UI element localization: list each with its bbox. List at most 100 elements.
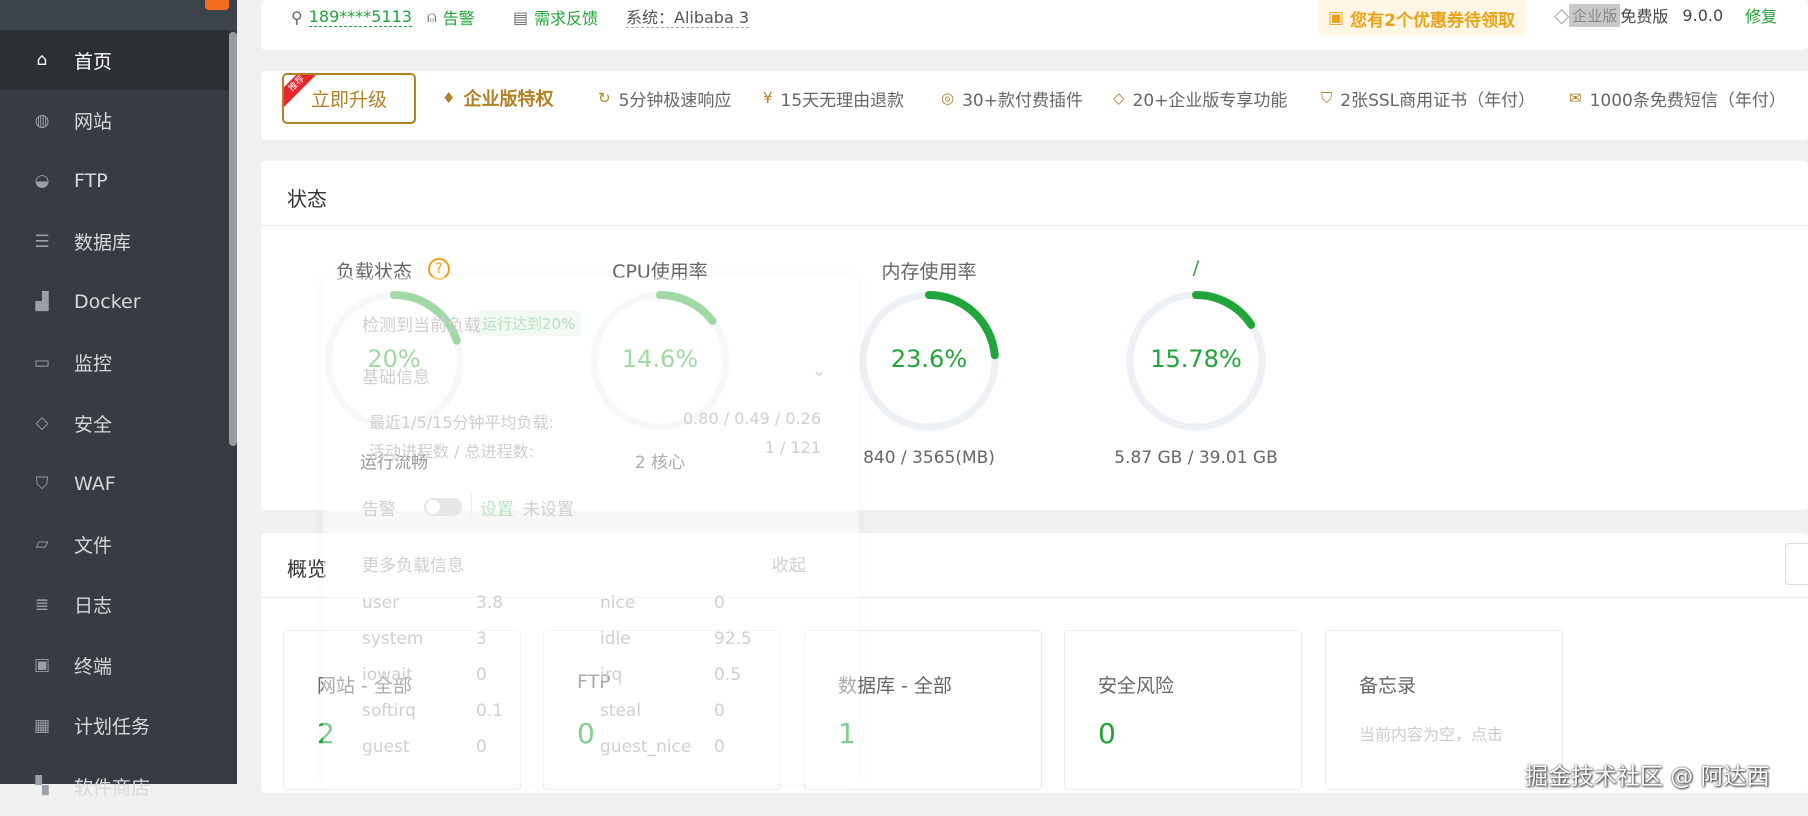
cpu-stat-value: 0.1 [476, 701, 504, 721]
cpu-stat-value: 0 [714, 593, 725, 613]
feature-icon: ◎ [941, 89, 955, 107]
feature-icon: ◇ [1113, 89, 1125, 107]
sidebar-item-11[interactable]: ▦ 计划任务 [0, 696, 230, 756]
feature-label: 5分钟极速响应 [618, 90, 732, 111]
memo-empty-text[interactable]: 当前内容为空，点击 [1359, 721, 1503, 745]
monitor-icon: ▭ [33, 352, 51, 373]
sidebar-item-label: 首页 [74, 50, 113, 73]
overview-card[interactable]: 安全风险 0 [1064, 630, 1302, 790]
cpu-stat-value: 3.8 [476, 593, 504, 613]
gauge-title: / [1192, 257, 1200, 279]
sidebar-item-0[interactable]: ⌂ 首页 [0, 30, 230, 90]
alert-settings-link[interactable]: 设置 [480, 495, 514, 520]
feature-item: ◎ 30+款付费插件 [941, 84, 1083, 112]
shield-icon: ◇ [35, 413, 49, 433]
overview-settings-button[interactable] [1785, 543, 1808, 585]
sidebar-item-12[interactable]: ▚ 软件商店 [0, 756, 230, 816]
sidebar-item-9[interactable]: ≣ 日志 [0, 575, 230, 635]
load-status-tag: 运行达到20% [476, 311, 582, 336]
cpu-stat-name: user [362, 593, 400, 613]
update-badge[interactable] [205, 0, 229, 10]
divider [261, 225, 1808, 226]
feature-icon: ↻ [598, 89, 611, 107]
overview-title: 概览 [287, 557, 327, 581]
upgrade-now-button[interactable]: 推荐 立即升级 [282, 73, 416, 124]
sidebar-item-2[interactable]: ◒ FTP [0, 151, 230, 211]
calendar-icon: ▦ [33, 715, 51, 736]
sidebar-item-label: 日志 [74, 595, 113, 617]
sidebar-item-6[interactable]: ◇ 安全 [0, 393, 230, 453]
cpu-stat-name: irq [600, 665, 623, 685]
cpu-stat-name: guest [362, 737, 410, 757]
sidebar-item-7[interactable]: ⛉ WAF [0, 454, 230, 514]
sidebar-item-label: 终端 [74, 655, 113, 678]
feature-icon: ¥ [763, 89, 773, 107]
top-header: ⚲ 189****5113 ⍝ 告警 ▤ 需求反馈 系统：Alibaba 3 ▣… [261, 0, 1808, 50]
feature-label: 15天无理由退款 [780, 90, 905, 111]
basic-info-header[interactable]: 基础信息 [362, 363, 430, 388]
sidebar-item-1[interactable]: ◍ 网站 [0, 91, 230, 151]
coupon-banner[interactable]: ▣ 您有2个优惠券待领取 [1318, 0, 1525, 36]
divider [471, 493, 472, 517]
cpu-stat-value: 0.5 [714, 665, 742, 685]
enterprise-tag[interactable]: 企业版 [1569, 3, 1621, 27]
collapse-button[interactable]: 收起 [772, 551, 806, 576]
feature-icon: ✉ [1569, 89, 1582, 107]
user-link[interactable]: ⚲ 189****5113 [291, 4, 412, 30]
cpu-stat-value: 3 [476, 629, 487, 649]
cpu-stat-name: guest_nice [600, 737, 692, 757]
cpu-stat-value: 0 [476, 737, 487, 757]
sidebar-item-label: 网站 [74, 111, 113, 133]
alert-link[interactable]: ⍝ 告警 [427, 4, 475, 30]
feature-item: ↻ 5分钟极速响应 [598, 84, 731, 112]
cpu-stat-name: softirq [362, 701, 416, 721]
cpu-stat-name: steal [600, 701, 642, 721]
gauge-subtext: 5.87 GB / 39.01 GB [1114, 448, 1278, 468]
repair-link[interactable]: 修复 [1745, 3, 1777, 27]
alert-status: 未设置 [523, 500, 574, 520]
alert-toggle[interactable] [424, 498, 462, 516]
user-phone[interactable]: 189****5113 [308, 7, 412, 27]
sidebar-scrollbar[interactable] [229, 32, 237, 446]
avg-load-value: 0.80 / 0.49 / 0.26 [683, 409, 821, 428]
sidebar-item-label: FTP [74, 170, 108, 192]
feedback-link[interactable]: ▤ 需求反馈 [513, 4, 598, 30]
enterprise-privilege[interactable]: ♦ 企业版特权 [442, 84, 553, 112]
card-value[interactable]: 0 [1098, 717, 1116, 750]
cpu-stat-name: system [362, 629, 424, 649]
cpu-stat-value: 92.5 [714, 629, 752, 649]
chevron-down-icon[interactable]: ⌄ [812, 361, 826, 381]
sidebar-item-label: 文件 [74, 534, 113, 557]
cpu-stat-value: 0 [714, 701, 725, 721]
more-load-info-header: 更多负载信息 [362, 556, 464, 576]
status-title: 状态 [287, 187, 327, 211]
upgrade-label: 立即升级 [310, 89, 387, 111]
globe-icon: ◍ [34, 110, 50, 131]
sidebar-item-4[interactable]: ▟ Docker [0, 272, 230, 332]
card-title: 备忘录 [1359, 675, 1417, 697]
version: 9.0.0 [1682, 5, 1724, 25]
gauge-value: 15.78% [1150, 345, 1242, 373]
load-detected-label: 检测到当前负载 [362, 316, 481, 336]
feature-label: 30+款付费插件 [962, 90, 1083, 111]
sidebar-logo [0, 0, 237, 30]
sidebar-item-8[interactable]: ▱ 文件 [0, 514, 230, 574]
diamond-icon: ♦ [442, 89, 456, 107]
feature-item: ¥15天无理由退款 [763, 84, 904, 112]
sidebar-item-label: 安全 [74, 413, 113, 436]
coupon-icon: ▣ [1328, 8, 1345, 28]
log-icon: ≣ [34, 594, 50, 615]
sidebar-item-label: 数据库 [74, 232, 132, 254]
system-info[interactable]: 系统：Alibaba 3 [626, 4, 750, 28]
sidebar-item-10[interactable]: ▣ 终端 [0, 635, 230, 695]
feedback-icon: ▤ [513, 7, 529, 27]
sidebar-item-3[interactable]: ☰ 数据库 [0, 212, 230, 272]
cpu-stat-value: 0 [476, 665, 487, 685]
sidebar-item-5[interactable]: ▭ 监控 [0, 333, 230, 393]
sidebar-item-label: 监控 [74, 353, 113, 375]
feature-item: ◇ 20+企业版专享功能 [1113, 84, 1287, 112]
home-icon: ⌂ [36, 50, 48, 70]
alert-label: 告警 [442, 9, 475, 28]
waf-shield-icon: ⛉ [35, 473, 49, 494]
feature-label: 2张SSL商用证书（年付） [1340, 90, 1536, 111]
